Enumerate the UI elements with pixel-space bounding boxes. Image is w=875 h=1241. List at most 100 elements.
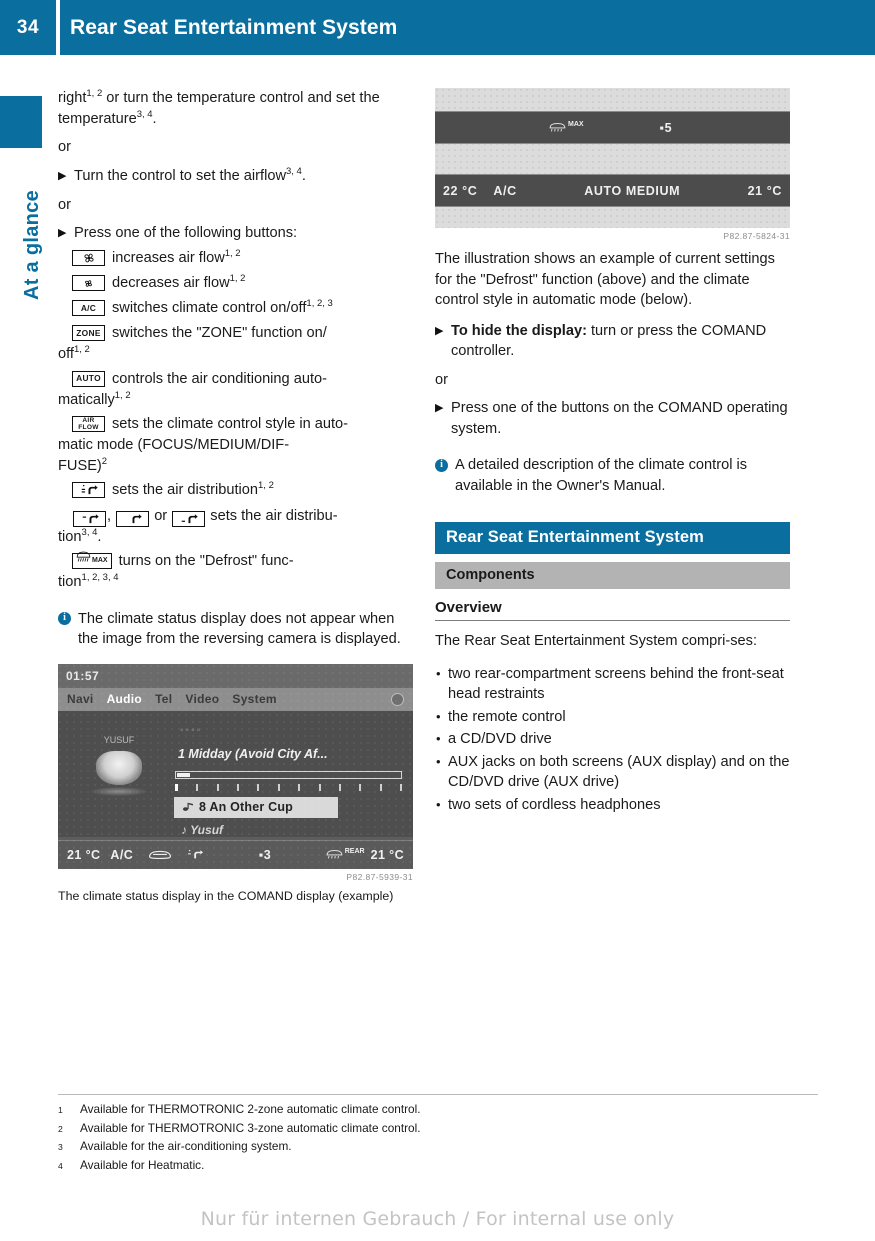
air-distribution-upper-icon bbox=[73, 511, 106, 528]
airflow-icon-line1: AIR bbox=[82, 416, 95, 424]
status-rear-defrost-icon: REAR bbox=[325, 848, 365, 860]
defrost-max-label: MAX bbox=[92, 557, 108, 564]
or-keyword-2: or bbox=[58, 196, 71, 213]
album-cover-art: YUSUF bbox=[80, 735, 158, 811]
list-item: two rear-compartment screens behind the … bbox=[435, 664, 790, 705]
page-title: Rear Seat Entertainment System bbox=[70, 15, 398, 39]
strip-auto-mode: 22 °C A/C AUTO MEDIUM 21 °C bbox=[435, 174, 790, 207]
fan-small-icon bbox=[72, 275, 105, 291]
comand-screen-mock: 01:57 Navi Audio Tel Video System YUSUF … bbox=[58, 663, 413, 869]
footnote-ref: 1, 2 bbox=[114, 389, 131, 401]
button-desc-continuation-auto: matically1, 2 bbox=[58, 390, 413, 411]
step-text-post: . bbox=[301, 167, 306, 184]
or-keyword: or bbox=[435, 371, 448, 388]
footnote-text: Available for THERMOTRONIC 3-zone automa… bbox=[80, 1120, 421, 1135]
comand-menu-video[interactable]: Video bbox=[185, 692, 219, 706]
car-airflow-icon bbox=[149, 850, 172, 859]
step-cont-line1-pre: right bbox=[58, 90, 87, 106]
coffee-cup-icon bbox=[96, 750, 142, 785]
footnote-number: 3 bbox=[58, 1142, 63, 1152]
footnote: 1 Available for THERMOTRONIC 2-zone auto… bbox=[58, 1101, 818, 1120]
strip-defrost: MAX ▪5 bbox=[435, 111, 790, 144]
watermark: Nur für internen Gebrauch / For internal… bbox=[200, 1208, 675, 1230]
track-note-icon bbox=[183, 802, 193, 811]
air-distribution-lower-icon bbox=[172, 511, 206, 528]
footnote-ref: 1, 2 bbox=[86, 88, 103, 100]
components-list: two rear-compartment screens behind the … bbox=[435, 664, 790, 816]
footnote-ref: 1, 2 bbox=[229, 273, 246, 285]
footnotes-block: 1 Available for THERMOTRONIC 2-zone auto… bbox=[58, 1094, 818, 1175]
footnote: 2 Available for THERMOTRONIC 3-zone auto… bbox=[58, 1120, 818, 1139]
footnote-ref: 3, 4 bbox=[81, 526, 98, 538]
step-hide-display: ▶ To hide the display: turn or press the… bbox=[435, 321, 790, 362]
figure-caption: The climate status display in the COMAND… bbox=[58, 888, 394, 903]
air-distribution-icon bbox=[72, 482, 105, 498]
step-arrow-icon: ▶ bbox=[58, 169, 67, 182]
figure-comand-display: 01:57 Navi Audio Tel Video System YUSUF … bbox=[58, 663, 413, 882]
button-desc-continuation-airflow-2: FUSE)2 bbox=[58, 456, 413, 477]
footnote-text: Available for the air-conditioning syste… bbox=[80, 1139, 292, 1153]
step-press-buttons: ▶ Press one of the following buttons: bbox=[58, 223, 413, 244]
step-text-pre: Turn the control to set the airflow bbox=[74, 167, 286, 184]
button-description: switches climate control on/off1, 2, 3 bbox=[105, 298, 413, 319]
button-desc-continuation-airflow-1: matic mode (FOCUS/MEDIUM/DIF- bbox=[58, 437, 290, 453]
strip-mode-label: AUTO MEDIUM bbox=[584, 183, 681, 198]
comand-menu-system[interactable]: System bbox=[232, 692, 277, 706]
info-icon: i bbox=[58, 612, 71, 625]
comand-status-bar: 21 °C A/C ▪3 REAR 21 °C bbox=[58, 839, 413, 869]
overview-heading: Overview bbox=[435, 599, 790, 621]
footnote-ref: 1, 2, 3, 4 bbox=[81, 572, 119, 584]
air-distribution-middle-icon bbox=[116, 511, 150, 528]
separator-or: or bbox=[154, 508, 168, 524]
zone-button-icon: ZONE bbox=[72, 325, 105, 341]
button-desc-text: sets the air distribution bbox=[112, 482, 259, 498]
comand-clock: 01:57 bbox=[58, 663, 413, 688]
defrost-continuation: tion1, 2, 3, 4 bbox=[58, 572, 413, 593]
step-text: Press one of the following buttons: bbox=[74, 225, 298, 241]
step-arrow-icon: ▶ bbox=[435, 324, 444, 337]
figure-code: P82.87-5824-31 bbox=[723, 231, 790, 241]
separator-comma: , bbox=[107, 508, 112, 524]
air-distribution-continuation: tion3, 4. bbox=[58, 527, 413, 548]
globe-icon bbox=[391, 692, 404, 706]
step-text: Turn the control to set the airflow3, 4. bbox=[74, 166, 413, 187]
selected-track-label: 8 An Other Cup bbox=[199, 800, 294, 814]
footnote-number: 1 bbox=[58, 1105, 63, 1115]
comand-menu-tel[interactable]: Tel bbox=[155, 692, 172, 706]
or-keyword-1: or bbox=[58, 139, 71, 155]
list-item: the remote control bbox=[435, 707, 790, 728]
air-distribution-variants-text: sets the air distribu- bbox=[210, 508, 338, 524]
step-arrow-icon: ▶ bbox=[58, 227, 67, 239]
strip-fan-value: 5 bbox=[664, 120, 673, 135]
comand-body: YUSUF ◦◦◦◦ 1 Midday (Avoid City Af... 8 … bbox=[58, 710, 413, 837]
page-number: 34 bbox=[16, 16, 40, 38]
strip-fan-level: ▪5 bbox=[659, 120, 673, 135]
paragraph-illustration: The illustration shows an example of cur… bbox=[435, 251, 775, 308]
selected-track-row[interactable]: 8 An Other Cup bbox=[174, 796, 338, 818]
progress-bar[interactable] bbox=[175, 770, 402, 779]
disc-indicator: ◦◦◦◦ bbox=[180, 724, 203, 736]
info-note-climate-status: i The climate status display does not ap… bbox=[58, 609, 413, 650]
cont-text: tion bbox=[58, 574, 82, 590]
airflow-icon-line2: FLOW bbox=[78, 424, 99, 431]
comand-menu-navi[interactable]: Navi bbox=[67, 692, 94, 706]
step-bold-lead: To hide the display: bbox=[451, 322, 587, 339]
button-row-ac: A/C switches climate control on/off1, 2,… bbox=[58, 298, 413, 319]
footnote: 3 Available for the air-conditioning sys… bbox=[58, 1138, 818, 1157]
footnote-separator bbox=[58, 1094, 818, 1095]
footnote-number: 4 bbox=[58, 1160, 63, 1171]
track-title: 1 Midday (Avoid City Af... bbox=[178, 746, 328, 761]
button-desc-text: increases air flow bbox=[112, 250, 225, 266]
strip-right-temperature: 21 °C bbox=[747, 183, 782, 198]
section-heading-bar: Rear Seat Entertainment System bbox=[435, 522, 790, 554]
figure-climate-strips: MAX ▪5 22 °C A/C AUTO MEDIUM 21 °C P82.8… bbox=[435, 88, 790, 241]
info-icon: i bbox=[435, 458, 448, 472]
button-row-decrease-airflow: decreases air flow1, 2 bbox=[58, 273, 413, 294]
chapter-label: At a glance bbox=[20, 190, 43, 300]
cont-text: matically bbox=[58, 391, 115, 408]
button-desc-text: switches climate control on/off bbox=[112, 300, 307, 316]
artist-label: Yusuf bbox=[190, 822, 224, 837]
step-text: To hide the display: turn or press the C… bbox=[451, 321, 790, 362]
button-row-air-distribution: sets the air distribution1, 2 bbox=[58, 480, 413, 501]
comand-menu-audio[interactable]: Audio bbox=[107, 692, 143, 706]
